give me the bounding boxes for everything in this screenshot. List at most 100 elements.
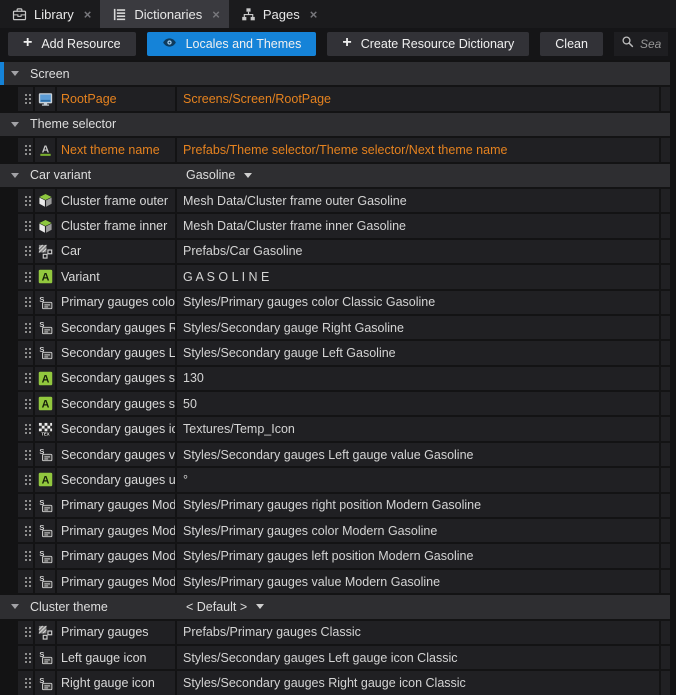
group-header-screen[interactable]: Screen: [0, 62, 670, 85]
table-row[interactable]: S Right gauge icon Styles/Secondary gaug…: [18, 671, 670, 694]
row-stub: [661, 240, 670, 263]
drag-handle[interactable]: [18, 240, 35, 263]
clean-button[interactable]: Clean: [540, 32, 603, 56]
group-header-cluster-theme[interactable]: Cluster theme < Default >: [0, 595, 670, 618]
collapse-triangle-icon[interactable]: [0, 122, 30, 127]
resource-value: Screens/Screen/RootPage: [177, 87, 661, 110]
drag-handle[interactable]: [18, 138, 35, 161]
chevron-down-icon: [256, 604, 264, 609]
table-row[interactable]: Cluster frame inner Mesh Data/Cluster fr…: [18, 214, 670, 237]
drag-handle[interactable]: [18, 417, 35, 440]
drag-handle[interactable]: [18, 214, 35, 237]
close-icon[interactable]: ×: [84, 8, 92, 21]
search-box[interactable]: [614, 32, 668, 56]
resource-value: Prefabs/Primary gauges Classic: [177, 621, 661, 644]
resource-name: Secondary gauges ico: [57, 417, 177, 440]
drag-handle[interactable]: [18, 621, 35, 644]
table-row[interactable]: S Primary gauges Mode Styles/Primary gau…: [18, 494, 670, 517]
svg-text:A: A: [41, 399, 49, 411]
resource-name: Variant: [57, 265, 177, 288]
drag-handle[interactable]: [18, 341, 35, 364]
close-icon[interactable]: ×: [212, 8, 220, 21]
drag-handle[interactable]: [18, 544, 35, 567]
resource-name: Secondary gauges un: [57, 468, 177, 491]
resource-value: Styles/Primary gauges value Modern Gasol…: [177, 570, 661, 593]
locales-and-themes-button[interactable]: Locales and Themes: [147, 32, 317, 56]
dictionaries-icon: [112, 7, 127, 22]
table-row[interactable]: Cluster frame outer Mesh Data/Cluster fr…: [18, 189, 670, 212]
row-stub: [661, 468, 670, 491]
drag-handle[interactable]: [18, 392, 35, 415]
drag-handle[interactable]: [18, 671, 35, 694]
drag-handle[interactable]: [18, 87, 35, 110]
table-row[interactable]: S Primary gauges color Styles/Primary ga…: [18, 291, 670, 314]
drag-handle[interactable]: [18, 316, 35, 339]
resource-name: Primary gauges Mode: [57, 544, 177, 567]
group-value-dropdown[interactable]: Gasoline: [186, 168, 252, 182]
style-icon: S: [35, 519, 57, 542]
resource-name: Primary gauges Mode: [57, 570, 177, 593]
group-label: Theme selector: [30, 117, 186, 131]
table-row[interactable]: A Next theme name Prefabs/Theme selector…: [18, 138, 670, 161]
add-resource-button[interactable]: + Add Resource: [8, 32, 136, 56]
table-row[interactable]: A Variant G A S O L I N E: [18, 265, 670, 288]
search-input[interactable]: [640, 37, 661, 51]
resource-value: 130: [177, 367, 661, 390]
table-row[interactable]: S Secondary gauges Rig Styles/Secondary …: [18, 316, 670, 339]
create-resource-dictionary-button[interactable]: + Create Resource Dictionary: [327, 32, 529, 56]
row-stub: [661, 417, 670, 440]
close-icon[interactable]: ×: [310, 8, 318, 21]
resource-name: RootPage: [57, 87, 177, 110]
svg-text:A: A: [41, 272, 49, 284]
row-stub: [661, 341, 670, 364]
table-row[interactable]: S Primary gauges Mode Styles/Primary gau…: [18, 570, 670, 593]
resource-name: Car: [57, 240, 177, 263]
table-row[interactable]: S Secondary gauges val Styles/Secondary …: [18, 443, 670, 466]
table-row[interactable]: S Primary gauges Mode Styles/Primary gau…: [18, 544, 670, 567]
collapse-triangle-icon[interactable]: [0, 604, 30, 609]
table-row[interactable]: S Left gauge icon Styles/Secondary gauge…: [18, 646, 670, 669]
resource-name: Secondary gauges sca: [57, 392, 177, 415]
table-row[interactable]: S Secondary gauges Lef Styles/Secondary …: [18, 341, 670, 364]
table-row[interactable]: Primary gauges Prefabs/Primary gauges Cl…: [18, 621, 670, 644]
style-icon: S: [35, 570, 57, 593]
drag-handle[interactable]: [18, 367, 35, 390]
style-icon: S: [35, 341, 57, 364]
tab-pages[interactable]: Pages ×: [229, 0, 326, 28]
table-row[interactable]: A Secondary gauges sca 50: [18, 392, 670, 415]
tab-library[interactable]: Library ×: [0, 0, 100, 28]
drag-handle[interactable]: [18, 443, 35, 466]
pages-icon: [241, 7, 256, 22]
drag-handle[interactable]: [18, 646, 35, 669]
resource-value: Mesh Data/Cluster frame outer Gasoline: [177, 189, 661, 212]
tab-dictionaries[interactable]: Dictionaries ×: [100, 0, 229, 28]
row-stub: [661, 671, 670, 694]
resource-value: Textures/Temp_Icon: [177, 417, 661, 440]
drag-handle[interactable]: [18, 189, 35, 212]
drag-handle[interactable]: [18, 265, 35, 288]
drag-handle[interactable]: [18, 291, 35, 314]
group-label: Car variant: [30, 168, 186, 182]
table-row[interactable]: A Secondary gauges sca 130: [18, 367, 670, 390]
table-row[interactable]: A Secondary gauges un °: [18, 468, 670, 491]
drag-handle[interactable]: [18, 570, 35, 593]
table-row[interactable]: Car Prefabs/Car Gasoline: [18, 240, 670, 263]
tab-bar: Library × Dictionaries × Pages ×: [0, 0, 676, 28]
row-stub: [661, 189, 670, 212]
row-stub: [661, 392, 670, 415]
resource-name: Secondary gauges val: [57, 443, 177, 466]
resource-name: Cluster frame outer: [57, 189, 177, 212]
group-value-dropdown[interactable]: < Default >: [186, 600, 264, 614]
table-row[interactable]: S Primary gauges Mode Styles/Primary gau…: [18, 519, 670, 542]
drag-handle[interactable]: [18, 494, 35, 517]
resource-name: Secondary gauges sca: [57, 367, 177, 390]
group-header-theme-selector[interactable]: Theme selector: [0, 113, 670, 136]
collapse-triangle-icon[interactable]: [0, 71, 30, 76]
drag-handle[interactable]: [18, 519, 35, 542]
locales-and-themes-label: Locales and Themes: [186, 37, 302, 51]
table-row[interactable]: TEX Secondary gauges ico Textures/Temp_I…: [18, 417, 670, 440]
table-row[interactable]: RootPage Screens/Screen/RootPage: [18, 87, 670, 110]
drag-handle[interactable]: [18, 468, 35, 491]
collapse-triangle-icon[interactable]: [0, 173, 30, 178]
group-header-car-variant[interactable]: Car variant Gasoline: [0, 164, 670, 187]
